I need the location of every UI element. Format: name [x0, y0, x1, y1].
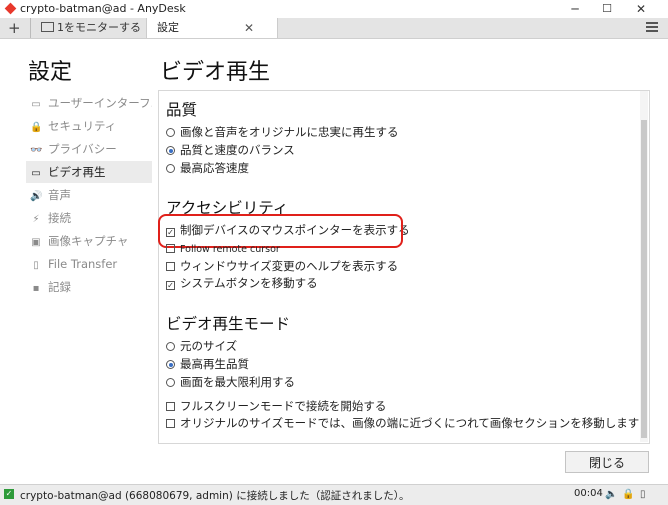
- option-label: Follow remote cursor: [180, 244, 280, 255]
- settings-sidebar: ▭ ユーザーインターフ... 🔒 セキュリティ 👓 プライバシー ▭ ビデオ再生 🔊 音声…: [26, 92, 152, 299]
- option-label: オリジナルのサイズモードでは、画像の端に近づくにつれて画像セクションを移動します: [180, 416, 640, 430]
- check-resize-help[interactable]: ウィンドウサイズ変更のヘルプを表示する: [166, 258, 398, 275]
- status-message: crypto-batman@ad (668080679, admin) に接続し…: [20, 490, 410, 502]
- check-start-fullscreen[interactable]: フルスクリーンモードで接続を開始する: [166, 398, 386, 415]
- sidebar-item-label: File Transfer: [48, 257, 118, 271]
- lock-icon: 🔒: [30, 122, 43, 133]
- session-time: 00:04: [574, 488, 603, 499]
- radio-icon: [166, 378, 175, 387]
- check-follow-remote-cursor[interactable]: Follow remote cursor: [166, 241, 280, 258]
- file-icon: ▯: [33, 260, 39, 271]
- radio-icon: [166, 342, 175, 351]
- option-label: 画面を最大限利用する: [180, 375, 295, 389]
- file-icon[interactable]: ▯: [640, 489, 646, 500]
- option-label: 品質と速度のバランス: [180, 143, 295, 157]
- connection-icon: ⚡: [32, 214, 40, 225]
- quality-option-fastest[interactable]: 最高応答速度: [166, 160, 249, 177]
- close-window-button[interactable]: ✕: [626, 0, 656, 18]
- settings-title: 設定: [28, 60, 73, 85]
- sidebar-item-video[interactable]: ▭ ビデオ再生: [26, 161, 152, 183]
- sidebar-item-label: 画像キャプチャ: [48, 234, 129, 248]
- sidebar-item-label: 音声: [48, 188, 71, 202]
- option-label: フルスクリーンモードで接続を開始する: [180, 399, 387, 413]
- option-label: ウィンドウサイズ変更のヘルプを表示する: [180, 259, 399, 273]
- sidebar-item-label: ビデオ再生: [48, 165, 106, 179]
- quality-option-faithful[interactable]: 画像と音声をオリジナルに忠実に再生する: [166, 124, 399, 141]
- sidebar-item-connection[interactable]: ⚡ 接続: [26, 207, 152, 229]
- option-label: 最高再生品質: [180, 357, 249, 371]
- sidebar-item-label: 接続: [48, 211, 71, 225]
- sidebar-item-image-capture[interactable]: ▣ 画像キャプチャ: [26, 230, 152, 252]
- minimize-button[interactable]: ─: [560, 0, 590, 18]
- window-title: crypto-batman@ad - AnyDesk: [20, 2, 186, 15]
- quality-option-balanced[interactable]: 品質と速度のバランス: [166, 142, 295, 159]
- monitor-icon: ▭: [31, 99, 41, 110]
- maximize-button[interactable]: ☐: [592, 0, 622, 18]
- new-tab-button[interactable]: +: [8, 18, 21, 38]
- radio-selected-icon: [166, 146, 175, 155]
- mode-option-best-quality[interactable]: 最高再生品質: [166, 356, 249, 373]
- mode-option-original-size[interactable]: 元のサイズ: [166, 338, 237, 355]
- checkbox-checked-icon: ✓: [166, 281, 175, 290]
- radio-icon: [166, 128, 175, 137]
- sidebar-item-label: プライバシー: [48, 142, 117, 156]
- sidebar-item-security[interactable]: 🔒 セキュリティ: [26, 115, 152, 137]
- close-tab-icon[interactable]: ✕: [244, 18, 254, 38]
- option-label: 最高応答速度: [180, 161, 249, 175]
- speaker-icon: 🔊: [30, 191, 43, 202]
- quality-group-title: 品質: [166, 101, 198, 119]
- checkbox-icon: [166, 262, 175, 271]
- speaker-icon[interactable]: 🔈: [605, 489, 617, 500]
- radio-icon: [166, 164, 175, 173]
- sidebar-item-label: ユーザーインターフ...: [48, 96, 152, 110]
- sidebar-item-label: 記録: [48, 280, 71, 294]
- radio-selected-icon: [166, 360, 175, 369]
- sidebar-item-file-transfer[interactable]: ▯ File Transfer: [26, 253, 152, 275]
- monitor-icon: [41, 22, 54, 32]
- tab-settings[interactable]: 設定: [146, 18, 278, 38]
- title-bar: crypto-batman@ad - AnyDesk ─ ☐ ✕: [0, 0, 668, 18]
- check-move-image-section[interactable]: オリジナルのサイズモードでは、画像の端に近づくにつれて画像セクションを移動します: [166, 415, 639, 432]
- sidebar-item-user-interface[interactable]: ▭ ユーザーインターフ...: [26, 92, 152, 114]
- image-icon: ▣: [31, 237, 41, 248]
- sidebar-item-privacy[interactable]: 👓 プライバシー: [26, 138, 152, 160]
- lock-icon[interactable]: 🔒: [622, 489, 634, 500]
- section-title: ビデオ再生: [160, 60, 271, 85]
- tab-settings-label: 設定: [157, 21, 179, 34]
- scrollbar-thumb[interactable]: [641, 120, 647, 438]
- tab-bar: + 1をモニターする 設定 ✕: [0, 18, 668, 39]
- playback-mode-group-title: ビデオ再生モード: [166, 315, 291, 333]
- monitor-icon: ▭: [31, 168, 41, 179]
- connected-check-icon: ✓: [4, 489, 14, 499]
- mode-option-fit-screen[interactable]: 画面を最大限利用する: [166, 374, 295, 391]
- status-bar: ✓ crypto-batman@ad (668080679, admin) に接…: [0, 484, 668, 505]
- close-button[interactable]: 閉じる: [565, 451, 649, 473]
- anydesk-logo-icon: [4, 2, 17, 15]
- hamburger-menu-icon[interactable]: [646, 22, 658, 34]
- checkbox-icon: [166, 244, 175, 253]
- option-label: システムボタンを移動する: [180, 276, 318, 290]
- glasses-icon: 👓: [30, 145, 43, 156]
- check-move-system-buttons[interactable]: ✓ システムボタンを移動する: [166, 275, 318, 292]
- option-label: 画像と音声をオリジナルに忠実に再生する: [180, 125, 399, 139]
- sidebar-item-label: セキュリティ: [48, 119, 117, 133]
- option-label: 元のサイズ: [180, 339, 238, 353]
- sidebar-item-audio[interactable]: 🔊 音声: [26, 184, 152, 206]
- checkbox-icon: [166, 419, 175, 428]
- tab-monitor[interactable]: 1をモニターする: [30, 18, 153, 38]
- sidebar-item-recording[interactable]: ▪ 記録: [26, 276, 152, 298]
- recording-icon: ▪: [32, 283, 40, 294]
- tab-monitor-label: 1をモニターする: [57, 21, 141, 34]
- checkbox-icon: [166, 402, 175, 411]
